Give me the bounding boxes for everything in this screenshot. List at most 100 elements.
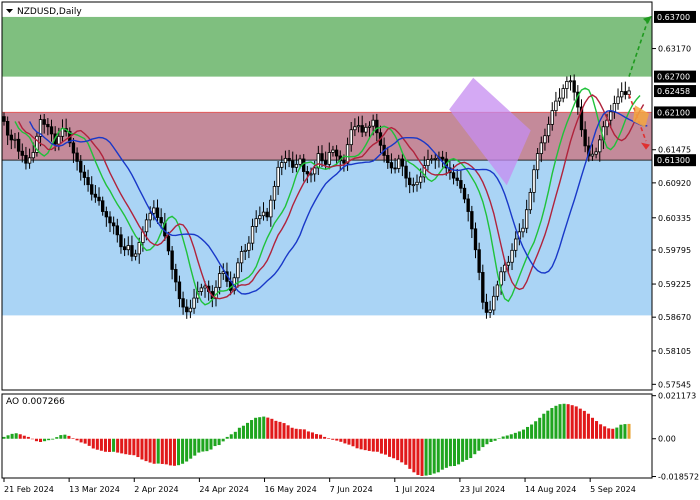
ao-bar-87 (355, 438, 359, 449)
svg-text:0.61300: 0.61300 (657, 156, 690, 165)
ao-bar-119 (485, 438, 489, 445)
ao-bar-105 (428, 438, 432, 475)
ao-bar-109 (444, 438, 448, 468)
x-tick-label-8: 14 Aug 2024 (525, 485, 576, 494)
ao-bar-9 (39, 438, 43, 442)
ao-bar-122 (497, 438, 501, 439)
ao-bar-139 (566, 404, 570, 439)
ao-bar-19 (79, 438, 83, 443)
ao-bar-148 (603, 426, 607, 439)
ao-bar-124 (505, 435, 509, 439)
zone-upper (2, 16, 652, 77)
ao-bar-146 (595, 421, 599, 439)
y-tick-label-10: 0.59225 (658, 280, 691, 289)
level-labels: 0.63700 0.62700 0.62458 0.62100 0.61300 (654, 10, 696, 167)
ao-bar-20 (83, 438, 87, 444)
ao-bar-126 (513, 432, 517, 439)
ao-bar-23 (95, 438, 99, 450)
ao-bar-88 (359, 438, 363, 450)
ao-bar-106 (432, 438, 436, 474)
ao-bar-107 (436, 438, 440, 473)
chart-menu-icon[interactable] (6, 9, 13, 13)
ao-bar-60 (245, 422, 250, 439)
candle-153[interactable] (561, 84, 565, 103)
ao-bar-64 (262, 416, 266, 439)
ao-bar-135 (550, 408, 554, 439)
candle-154[interactable] (565, 76, 569, 99)
ao-bar-102 (416, 438, 420, 475)
x-tick-label-9: 5 Sep 2024 (590, 485, 636, 494)
candle-157[interactable] (576, 85, 580, 115)
ao-bar-10 (43, 438, 47, 442)
x-tick-label-2: 2 Apr 2024 (134, 485, 178, 494)
ao-bar-99 (404, 438, 408, 465)
ao-bar-33 (136, 438, 140, 458)
ao-bar-59 (241, 425, 245, 439)
ao-bar-44 (181, 438, 185, 464)
ao-bar-8 (34, 438, 38, 442)
ao-bar-75 (306, 431, 310, 439)
ao-bar-116 (473, 438, 477, 455)
ao-bar-0 (2, 436, 6, 439)
level-label-0: 0.63700 (654, 10, 696, 23)
svg-text:0.62100: 0.62100 (657, 108, 690, 117)
ao-bar-94 (383, 438, 388, 455)
ao-bar-4 (18, 434, 22, 439)
y-tick-label-12: 0.58105 (658, 347, 691, 356)
ao-bar-47 (193, 438, 197, 456)
candle-170[interactable] (623, 81, 628, 100)
ao-bar-72 (294, 428, 298, 439)
ao-bar-154 (627, 423, 631, 439)
candle-152[interactable] (557, 88, 562, 106)
ao-bar-120 (489, 438, 493, 442)
ao-bar-53 (217, 438, 221, 446)
ao-bar-61 (250, 420, 254, 439)
candle-144[interactable] (528, 188, 532, 214)
ao-bar-30 (124, 438, 128, 455)
ao-bar-12 (51, 438, 55, 440)
ao-bar-134 (546, 410, 550, 439)
candle-168[interactable] (616, 88, 620, 110)
ao-bar-51 (209, 438, 213, 450)
ao-bar-93 (379, 438, 383, 454)
ao-bar-74 (302, 429, 306, 439)
x-tick-label-6: 1 Jul 2024 (395, 485, 435, 494)
ao-bar-153 (623, 424, 627, 439)
ao-bar-151 (615, 427, 619, 439)
ao-bar-80 (327, 438, 331, 439)
ao-histogram (2, 403, 631, 476)
ao-bar-25 (103, 438, 107, 452)
ao-bar-79 (323, 436, 327, 439)
ao-bar-127 (517, 431, 521, 439)
x-tick-label-4: 16 May 2024 (265, 485, 317, 494)
ao-bar-143 (582, 410, 586, 439)
chart-title: NZDUSD,Daily (17, 7, 82, 17)
level-label-3: 0.62100 (654, 106, 696, 119)
ao-bar-29 (120, 438, 124, 454)
ao-bar-46 (189, 438, 193, 459)
candle-156[interactable] (572, 74, 576, 101)
candle-155[interactable] (568, 75, 573, 91)
ao-bar-85 (347, 438, 351, 445)
ao-bar-142 (578, 408, 582, 439)
candle-169[interactable] (620, 82, 624, 103)
ao-bar-121 (493, 438, 497, 441)
ao-bar-31 (128, 438, 132, 455)
ao-bar-52 (213, 438, 217, 447)
ao-bar-149 (607, 428, 611, 439)
ao-bar-32 (132, 438, 136, 456)
ao-bar-5 (22, 435, 26, 439)
ao-tick-label-2: -0.018572 (658, 473, 699, 482)
ao-bar-65 (266, 417, 270, 439)
ao-bar-137 (558, 404, 562, 439)
ao-bar-11 (47, 438, 51, 441)
ao-bar-26 (107, 438, 112, 452)
ao-bar-81 (331, 438, 335, 440)
ao-title: AO 0.007266 (6, 397, 65, 407)
ao-bar-144 (586, 413, 590, 439)
y-tick-label-11: 0.58670 (658, 313, 691, 322)
ao-bar-145 (590, 417, 594, 439)
ao-bar-34 (140, 438, 144, 460)
level-label-1: 0.62700 (654, 70, 696, 83)
ao-bar-128 (521, 429, 526, 439)
